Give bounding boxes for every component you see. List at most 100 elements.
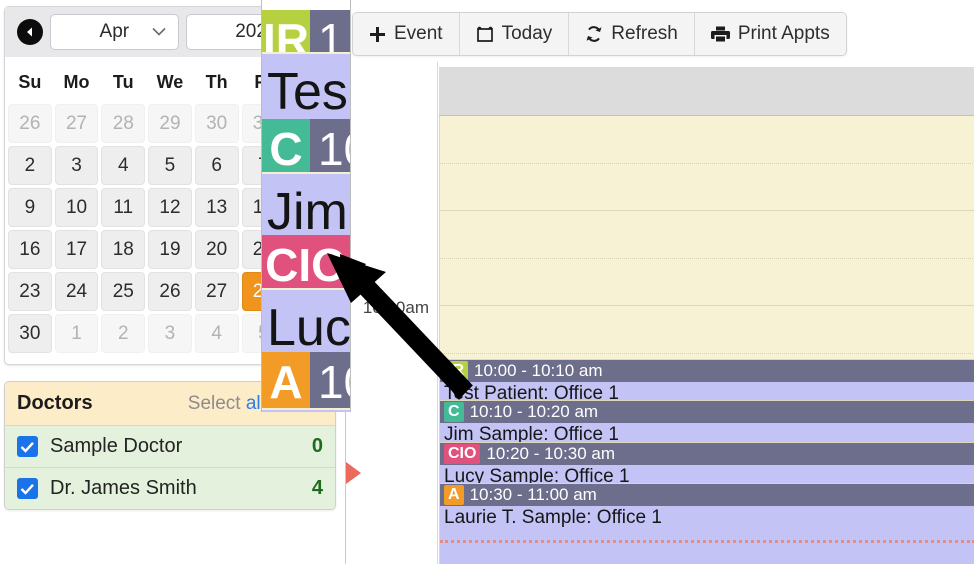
time-axis-label: 10:00am xyxy=(362,298,429,317)
datepicker-day[interactable]: 13 xyxy=(194,188,239,227)
magnified-appointment-title xyxy=(262,408,350,412)
doctor-row[interactable]: Dr. James Smith 4 xyxy=(5,467,335,509)
datepicker-day[interactable]: 28 xyxy=(101,104,146,143)
half-hour-divider xyxy=(440,353,974,354)
appointment-type-badge: CIO xyxy=(444,444,481,464)
calendar-time-slot[interactable] xyxy=(439,211,974,306)
event-button[interactable]: Event xyxy=(353,13,460,55)
datepicker-day[interactable]: 29 xyxy=(148,104,192,143)
datepicker-day[interactable]: 26 xyxy=(148,272,192,311)
doctor-checkbox[interactable] xyxy=(17,478,38,499)
calendar-time-slot[interactable] xyxy=(439,116,974,211)
datepicker-day[interactable]: 17 xyxy=(54,230,99,269)
magnified-time-text: 10 xyxy=(318,356,350,408)
appointment-block[interactable]: IR 10:00 - 10:10 am Test Patient: Office 1 xyxy=(440,359,974,401)
appointment-type-badge: C xyxy=(444,402,464,422)
magnified-time-text: 10 xyxy=(318,123,350,175)
month-select[interactable]: Apr xyxy=(50,14,179,50)
appointment-time: 10:10 - 10:20 am xyxy=(469,402,599,421)
datepicker-day[interactable]: 30 xyxy=(194,104,239,143)
appointment-title: Jim Sample: Office 1 xyxy=(444,424,619,443)
checkmark-icon xyxy=(20,483,34,495)
datepicker-day[interactable]: 27 xyxy=(54,104,99,143)
doctor-row[interactable]: Sample Doctor 0 xyxy=(5,425,335,467)
appointment-block[interactable]: A 10:30 - 11:00 am Laurie T. Sample: Offic… xyxy=(440,483,974,564)
appointment-block[interactable]: CIO 10:20 - 10:30 am Lucy Sample: Office 1 xyxy=(440,442,974,484)
datepicker-day[interactable]: 11 xyxy=(101,188,146,227)
datepicker-day[interactable]: 4 xyxy=(101,146,146,185)
calendar-icon xyxy=(476,25,494,43)
checkmark-icon xyxy=(20,441,34,453)
datepicker-day[interactable]: 4 xyxy=(194,314,239,353)
datepicker-day[interactable]: 20 xyxy=(194,230,239,269)
weekday-mo: Mo xyxy=(63,72,90,92)
appointment-title: Laurie T. Sample: Office 1 xyxy=(444,507,662,528)
magnified-type-badge: CIO xyxy=(262,235,350,295)
doctor-appointment-count: 4 xyxy=(311,477,323,499)
weekday-tu: Tu xyxy=(112,72,134,92)
appointment-header: C 10:10 - 10:20 am xyxy=(440,401,974,423)
datepicker-day[interactable]: 1 xyxy=(54,314,99,353)
half-hour-divider xyxy=(440,258,974,259)
toolbar-button-label: Refresh xyxy=(611,23,678,44)
magnifier-overlay: IR1TesC10JimCIOLucA10 xyxy=(261,0,351,412)
appointment-header: CIO 10:20 - 10:30 am xyxy=(440,443,974,465)
prev-arrow-icon xyxy=(22,24,38,40)
datepicker-day[interactable]: 16 xyxy=(8,230,52,269)
appointment-block[interactable]: C 10:10 - 10:20 am Jim Sample: Office 1 xyxy=(440,400,974,443)
datepicker-day[interactable]: 19 xyxy=(148,230,192,269)
magnified-appointment-header: C10 xyxy=(262,119,350,179)
magnified-type-badge: A xyxy=(262,352,310,412)
refresh-button[interactable]: Refresh xyxy=(569,13,695,55)
doctors-list: Sample Doctor 0 Dr. James Smith 4 xyxy=(5,425,335,509)
datepicker-day[interactable]: 5 xyxy=(148,146,192,185)
current-time-line xyxy=(440,540,974,543)
day-calendar: 10:00am IR 10:00 - 10:10 am Test Patient: … xyxy=(345,62,974,564)
toolbar-button-label: Today xyxy=(501,23,553,44)
magnified-appointment-header: CIO xyxy=(262,235,350,295)
datepicker-day[interactable]: 30 xyxy=(8,314,52,353)
doctor-name: Dr. James Smith xyxy=(50,477,197,499)
doctor-name: Sample Doctor xyxy=(50,435,183,457)
weekday-su: Su xyxy=(18,72,42,92)
current-time-marker xyxy=(346,462,361,484)
calendar-time-axis: 10:00am xyxy=(346,62,438,564)
appointment-title: Lucy Sample: Office 1 xyxy=(444,466,630,484)
chevron-down-icon xyxy=(152,27,166,36)
print-appts-button[interactable]: Print Appts xyxy=(694,13,846,55)
datepicker-day[interactable]: 2 xyxy=(8,146,52,185)
appointment-header: IR 10:00 - 10:10 am xyxy=(440,360,974,382)
refresh-icon xyxy=(585,25,603,43)
datepicker-day[interactable]: 3 xyxy=(54,146,99,185)
magnified-type-badge: C xyxy=(262,119,310,179)
calendar-toolbar: Event Today Refresh Print Appts xyxy=(352,12,847,56)
datepicker-day[interactable]: 6 xyxy=(194,146,239,185)
appointment-title: Test Patient: Office 1 xyxy=(444,383,619,401)
appointment-time: 10:00 - 10:10 am xyxy=(474,361,603,380)
doctor-appointment-count: 0 xyxy=(311,435,323,457)
datepicker-day[interactable]: 27 xyxy=(194,272,239,311)
calendar-column-header xyxy=(439,67,974,116)
datepicker-day[interactable]: 26 xyxy=(8,104,52,143)
datepicker-day[interactable]: 2 xyxy=(101,314,146,353)
plus-icon xyxy=(369,26,386,43)
datepicker-day[interactable]: 10 xyxy=(54,188,99,227)
select-label: Select xyxy=(187,392,241,414)
appointment-calendar-screen: Apr 2023 SuMoTuWeThFrSa 2627282930311234… xyxy=(0,0,974,564)
printer-icon xyxy=(710,25,730,43)
datepicker-day[interactable]: 25 xyxy=(101,272,146,311)
datepicker-day[interactable]: 3 xyxy=(148,314,192,353)
doctor-checkbox[interactable] xyxy=(17,436,38,457)
month-value: Apr xyxy=(99,21,130,42)
datepicker-day[interactable]: 18 xyxy=(101,230,146,269)
datepicker-day[interactable]: 12 xyxy=(148,188,192,227)
appointment-time: 10:30 - 11:00 am xyxy=(469,485,597,504)
datepicker-day[interactable]: 9 xyxy=(8,188,52,227)
datepicker-day[interactable]: 23 xyxy=(8,272,52,311)
today-button[interactable]: Today xyxy=(459,13,570,55)
calendar-slots-and-appointments: IR 10:00 - 10:10 am Test Patient: Office 1… xyxy=(439,116,974,564)
datepicker-day[interactable]: 24 xyxy=(54,272,99,311)
weekday-we: We xyxy=(156,72,184,92)
magnified-appointment-header: A10 xyxy=(262,352,350,412)
prev-month-button[interactable] xyxy=(17,19,43,45)
